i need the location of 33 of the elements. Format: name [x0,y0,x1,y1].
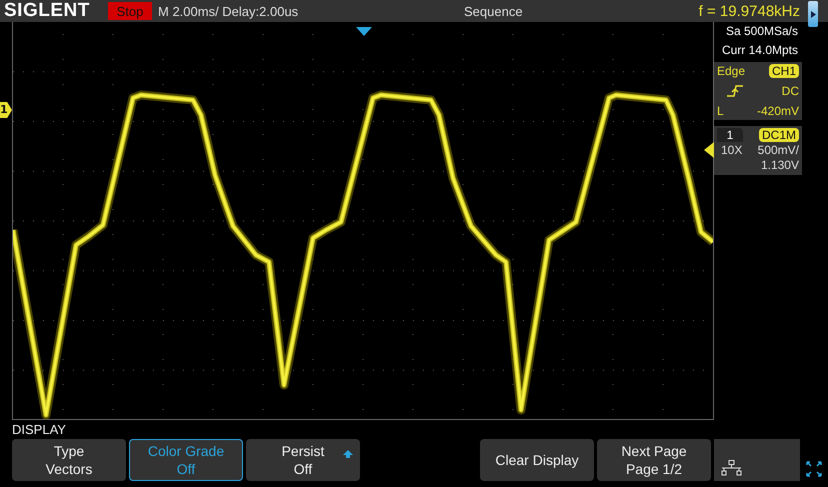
trigger-position-icon [356,27,372,36]
trigger-level-label: L [717,104,725,118]
softkey-button[interactable]: Persist Off [246,439,360,481]
frequency-readout: f = 19.9748kHz [698,2,800,20]
play-icon [810,10,816,18]
trigger-panel[interactable]: Edge CH1 DC L -420mV [714,62,802,120]
softkey-button[interactable]: Next Page Page 1/2 [597,439,711,481]
network-icon [721,460,743,476]
timebase-text: M 2.00ms/ Delay:2.00us [158,4,300,18]
channel-panel[interactable]: 1 DC1M 10X 500mV/ 1.130V [714,126,802,175]
brand-logo: SIGLENT [4,0,91,22]
softkey-button[interactable]: Type Vectors [12,439,126,481]
fullscreen-icon[interactable] [806,461,822,477]
trigger-source-badge: CH1 [768,64,799,78]
softkey-button[interactable]: Clear Display [480,439,594,481]
probe-text: 10X [721,143,742,157]
channel-number: 1 [717,128,743,142]
network-panel[interactable] [714,439,800,481]
channel-offset-marker[interactable]: 1 [0,102,12,118]
trigger-level-text: -420mV [756,104,799,118]
channel-coupling-badge: DC1M [758,128,799,142]
memory-depth-text: Curr 14.0Mpts [720,42,799,59]
sample-rate-text: Sa 500MSa/s [724,23,799,40]
trigger-type-text: Edge [717,64,746,78]
vertical-offset-text: 1.130V [760,158,799,172]
scroll-tab[interactable] [808,1,818,27]
trigger-mode-text: Sequence [464,4,523,18]
softkey-button[interactable]: Color Grade Off [129,439,243,481]
up-arrow-icon [343,449,353,459]
trigger-coupling-text: DC [782,84,799,98]
menu-title: DISPLAY [12,421,67,439]
rising-edge-icon [727,85,743,97]
vertical-scale-text: 500mV/ [758,143,799,157]
